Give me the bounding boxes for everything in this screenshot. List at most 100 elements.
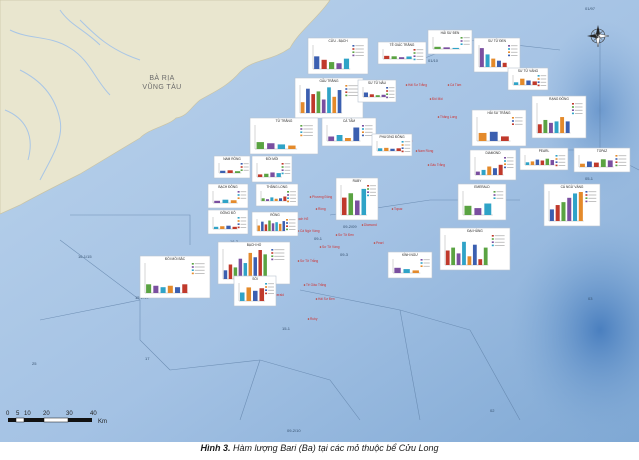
chart-bar [445,250,450,265]
legend-swatch [361,128,364,130]
figure-caption: Hình 3. Hàm lượng Bari (Ba) tại các mỏ t… [0,443,639,453]
legend-swatch [386,90,389,92]
legend-entry [240,227,247,228]
legend-entry [290,201,296,202]
legend-swatch [615,158,618,160]
legend-swatch [555,158,558,160]
chart-bar [348,193,354,215]
chart-bar [525,162,530,165]
field-marker [335,234,338,236]
chart-bar [464,205,472,215]
legend-entry [364,128,373,130]
legend-swatch [191,263,194,265]
field-label: Sư Tử Đen [338,233,354,237]
legend-swatch [237,197,240,199]
chart-bar [264,224,268,231]
legend-entry [240,191,247,193]
chart-bar [394,267,401,273]
chart-bar [316,91,321,113]
chart-bar [526,80,531,85]
legend-entry [355,51,364,53]
chart-bar [222,199,229,203]
chart-bar [390,148,395,151]
legend-swatch [491,238,494,240]
chart-bar [484,203,492,215]
svg-text:02: 02 [490,408,495,413]
chart-bar [160,287,166,293]
legend-entry [511,55,518,56]
chart-bar [278,223,282,231]
field-label: Sư Tử Trắng [300,258,318,263]
legend-swatch [287,194,290,196]
legend-swatch [240,166,243,168]
chart-bar [443,47,450,49]
legend-swatch [615,164,618,167]
legend-swatch [537,78,540,80]
chart-bar [282,221,285,231]
legend-entry [348,88,358,90]
field-chart-panel: EMERALD [457,183,507,221]
legend-swatch [265,286,268,288]
field-chart-panel: RUBY [335,177,379,221]
legend-entry [284,173,291,174]
field-chart-panel: HẢI SƯ ĐEN [427,29,473,55]
chart-bar [214,200,221,203]
legend-entry [389,87,395,89]
field-label: Hải Sư Đen [318,297,335,301]
legend-swatch [504,160,507,162]
legend-entry [511,48,518,50]
legend-swatch [401,150,404,153]
chart-panel-title: SÓI [252,276,258,281]
legend-swatch [386,87,389,89]
legend-entry [463,37,470,39]
legend-entry [268,289,274,291]
legend-entry [194,263,205,265]
chart-bar [543,119,548,133]
legend-entry [289,225,296,227]
chart-bar [336,135,343,141]
svg-text:09-2/09: 09-2/09 [343,224,357,229]
legend-swatch [491,241,494,243]
legend-swatch [367,188,370,190]
legend-swatch [240,163,243,165]
field-marker [315,208,318,210]
chart-bar [257,225,261,231]
chart-bar [182,284,188,293]
legend-entry [240,220,247,222]
svg-text:09-2/10: 09-2/10 [287,428,301,433]
legend-entry [588,197,597,199]
field-chart-panel: TỬ TRẮNG [249,117,319,155]
chart-bar [248,252,253,279]
field-label: Đồi Mồi [432,97,443,101]
legend-entry [588,194,597,196]
chart-bar [607,160,613,167]
chart-bar [228,264,233,279]
legend-entry [416,59,424,60]
legend-swatch [237,194,240,196]
legend-entry [284,163,291,165]
chart-bar [321,59,327,69]
field-chart-panel: TÊ GIÁC TRẮNG [377,41,427,65]
legend-swatch [281,163,284,165]
chart-bar [336,63,342,69]
svg-text:15-1: 15-1 [282,326,291,331]
chart-bar [491,58,496,67]
legend-entry [574,109,583,111]
chart-bar [270,172,275,177]
legend-entry [370,185,376,187]
legend-swatch [413,49,416,51]
legend-entry [574,103,583,105]
chart-bar [381,94,386,97]
legend-entry [496,194,504,196]
chart-bar [377,148,383,151]
legend-entry [243,166,249,168]
legend-entry [289,222,296,224]
chart-bar [267,143,275,149]
legend-swatch [191,272,194,275]
chart-bar [456,253,461,265]
field-chart-panel: PHƯƠNG ĐÔNG [371,133,413,157]
field-marker [315,298,318,300]
legend-entry [370,195,376,196]
legend-entry [268,283,274,285]
chart-bar [549,209,554,221]
